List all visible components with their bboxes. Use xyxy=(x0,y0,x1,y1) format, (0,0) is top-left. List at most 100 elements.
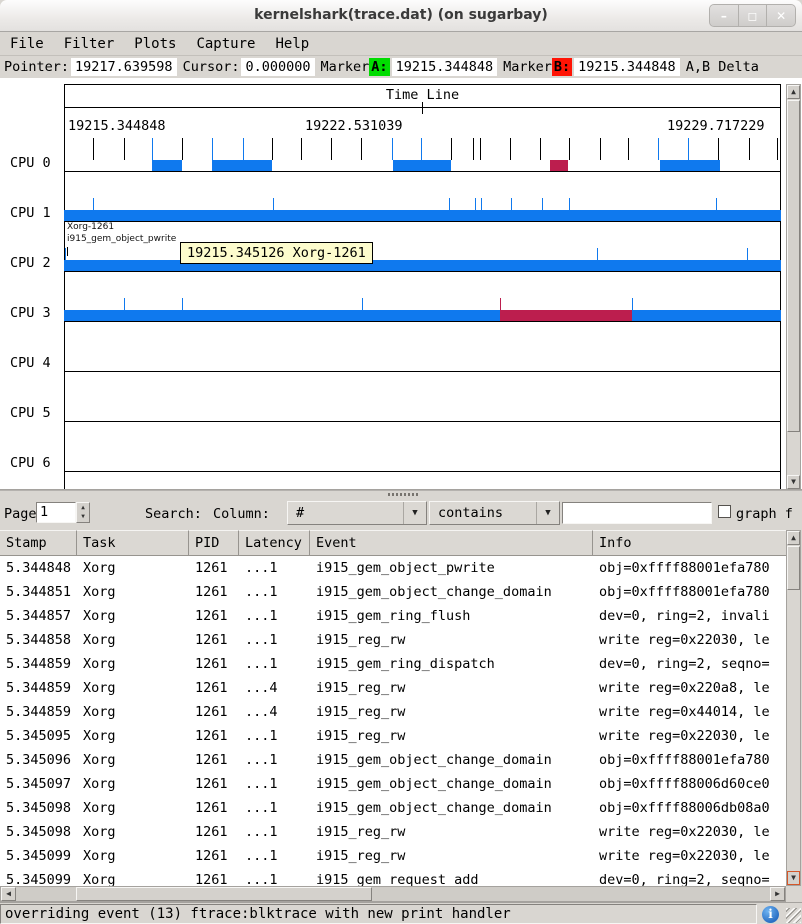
scroll-down-icon[interactable]: ▼ xyxy=(787,871,800,885)
cell-task: Xorg xyxy=(77,700,189,724)
event-tick xyxy=(421,138,422,160)
event-tick xyxy=(749,138,750,160)
cpu-label-0: CPU 0 xyxy=(10,155,62,171)
scroll-up-icon[interactable]: ▲ xyxy=(787,531,800,545)
graph-vscrollbar[interactable]: ▲ ▼ xyxy=(786,84,801,490)
table-row[interactable]: 5.345097Xorg1261...1i915_gem_object_chan… xyxy=(0,772,786,796)
marker-a-badge[interactable]: A: xyxy=(369,58,389,76)
cell-event: i915_reg_rw xyxy=(310,628,593,652)
window-title: kernelshark(trace.dat) (on sugarbay) xyxy=(0,7,802,23)
page-spinbox[interactable]: 1 xyxy=(36,502,76,523)
table-body: 5.344848Xorg1261...1i915_gem_object_pwri… xyxy=(0,556,786,886)
menu-help[interactable]: Help xyxy=(265,34,319,54)
cell-info: obj=0xffff88001efa780 xyxy=(593,748,786,772)
header-info[interactable]: Info xyxy=(593,530,786,556)
header-stamp[interactable]: Stamp xyxy=(0,530,77,556)
scroll-down-icon[interactable]: ▼ xyxy=(787,475,800,489)
cell-latency: ...1 xyxy=(239,556,310,580)
task-run-bar[interactable] xyxy=(550,160,568,171)
cell-event: i915_gem_object_change_domain xyxy=(310,772,593,796)
column-label: Column: xyxy=(213,506,270,522)
chevron-down-icon[interactable]: ▼ xyxy=(403,502,426,524)
table-row[interactable]: 5.344858Xorg1261...1i915_reg_rwwrite reg… xyxy=(0,628,786,652)
header-pid[interactable]: PID xyxy=(189,530,239,556)
header-event[interactable]: Event xyxy=(310,530,593,556)
event-tick xyxy=(600,138,601,160)
scroll-right-icon[interactable]: ▶ xyxy=(770,887,785,901)
event-tick xyxy=(182,138,183,160)
pointer-label: Pointer: xyxy=(0,59,71,75)
table-row[interactable]: 5.345099Xorg1261...1i915_reg_rwwrite reg… xyxy=(0,844,786,868)
table-row[interactable]: 5.344851Xorg1261...1i915_gem_object_chan… xyxy=(0,580,786,604)
cursor-label: Cursor: xyxy=(179,59,242,75)
task-run-bar[interactable] xyxy=(500,310,632,321)
task-run-bar[interactable] xyxy=(660,160,720,171)
axis-center-tick xyxy=(422,102,423,114)
title-bar[interactable]: kernelshark(trace.dat) (on sugarbay) – ◻… xyxy=(0,0,802,32)
event-tick xyxy=(272,138,273,160)
axis-label-mid: 19222.531039 xyxy=(305,118,403,134)
cell-pid: 1261 xyxy=(189,556,239,580)
column-select[interactable]: # ▼ xyxy=(287,501,427,525)
table-row[interactable]: 5.345098Xorg1261...1i915_reg_rwwrite reg… xyxy=(0,820,786,844)
header-latency[interactable]: Latency xyxy=(239,530,310,556)
marker-b-badge[interactable]: B: xyxy=(552,58,572,76)
menu-plots[interactable]: Plots xyxy=(124,34,186,54)
cell-info: write reg=0x22030, le xyxy=(593,844,786,868)
table-vscrollbar[interactable]: ▲ ▼ xyxy=(786,530,801,886)
match-select-value: contains xyxy=(438,505,503,521)
pointer-marker-bar: Pointer: 19217.639598 Cursor: 0.000000 M… xyxy=(0,56,802,78)
task-run-bar[interactable] xyxy=(393,160,451,171)
maximize-button[interactable]: ◻ xyxy=(739,5,768,26)
cpu-baseline xyxy=(64,471,781,472)
event-tick xyxy=(93,198,94,210)
scroll-up-icon[interactable]: ▲ xyxy=(787,85,800,99)
close-button[interactable]: ✕ xyxy=(767,5,795,26)
menu-filter[interactable]: Filter xyxy=(54,34,125,54)
table-row[interactable]: 5.345095Xorg1261...1i915_reg_rwwrite reg… xyxy=(0,724,786,748)
page-spinner[interactable]: ▲▼ xyxy=(76,502,90,523)
cell-task: Xorg xyxy=(77,868,189,886)
table-row[interactable]: 5.345098Xorg1261...1i915_gem_object_chan… xyxy=(0,796,786,820)
task-run-bar[interactable] xyxy=(64,210,781,221)
task-run-bar[interactable] xyxy=(64,260,781,271)
cell-info: obj=0xffff88006d60ce0 xyxy=(593,772,786,796)
graph-vscroll-thumb[interactable] xyxy=(787,100,800,432)
menu-capture[interactable]: Capture xyxy=(186,34,265,54)
table-row[interactable]: 5.344859Xorg1261...4i915_reg_rwwrite reg… xyxy=(0,700,786,724)
table-vscroll-thumb[interactable] xyxy=(787,546,800,590)
info-icon[interactable]: i xyxy=(762,906,779,923)
resize-grip-icon[interactable] xyxy=(786,908,801,923)
table-row[interactable]: 5.344848Xorg1261...1i915_gem_object_pwri… xyxy=(0,556,786,580)
chevron-down-icon[interactable]: ▼ xyxy=(536,502,559,524)
menu-file[interactable]: File xyxy=(0,34,54,54)
cell-stamp: 5.345095 xyxy=(0,724,77,748)
event-tick xyxy=(93,138,94,160)
minimize-button[interactable]: – xyxy=(710,5,739,26)
scroll-left-icon[interactable]: ◀ xyxy=(1,887,16,901)
timeline-graph-pane[interactable]: Time Line 19215.344848 19222.531039 1922… xyxy=(0,78,802,490)
cell-event: i915_gem_request_add xyxy=(310,868,593,886)
plot-frame xyxy=(64,84,781,490)
cell-pid: 1261 xyxy=(189,820,239,844)
event-tick xyxy=(511,198,512,210)
graph-follows-checkbox[interactable] xyxy=(718,505,731,518)
task-run-bar[interactable] xyxy=(212,160,272,171)
match-select[interactable]: contains ▼ xyxy=(429,501,560,525)
table-row[interactable]: 5.344859Xorg1261...4i915_reg_rwwrite reg… xyxy=(0,676,786,700)
table-row[interactable]: 5.345096Xorg1261...1i915_gem_object_chan… xyxy=(0,748,786,772)
table-hscroll-thumb[interactable] xyxy=(76,887,372,901)
table-row[interactable]: 5.344857Xorg1261...1i915_gem_ring_flushd… xyxy=(0,604,786,628)
event-tick xyxy=(480,138,481,160)
pane-splitter[interactable] xyxy=(0,490,802,497)
search-input[interactable] xyxy=(562,502,712,524)
table-row[interactable]: 5.344859Xorg1261...1i915_gem_ring_dispat… xyxy=(0,652,786,676)
task-run-bar[interactable] xyxy=(152,160,182,171)
header-task[interactable]: Task xyxy=(77,530,189,556)
table-row[interactable]: 5.345099Xorg1261...1i915_gem_request_add… xyxy=(0,868,786,886)
marker-a-label: Marker xyxy=(317,59,370,75)
page-label: Page xyxy=(4,506,37,522)
ab-delta-label: A,B Delta xyxy=(682,59,761,75)
task-run-bar[interactable] xyxy=(64,310,781,321)
table-hscrollbar[interactable]: ◀ ▶ xyxy=(0,886,786,902)
